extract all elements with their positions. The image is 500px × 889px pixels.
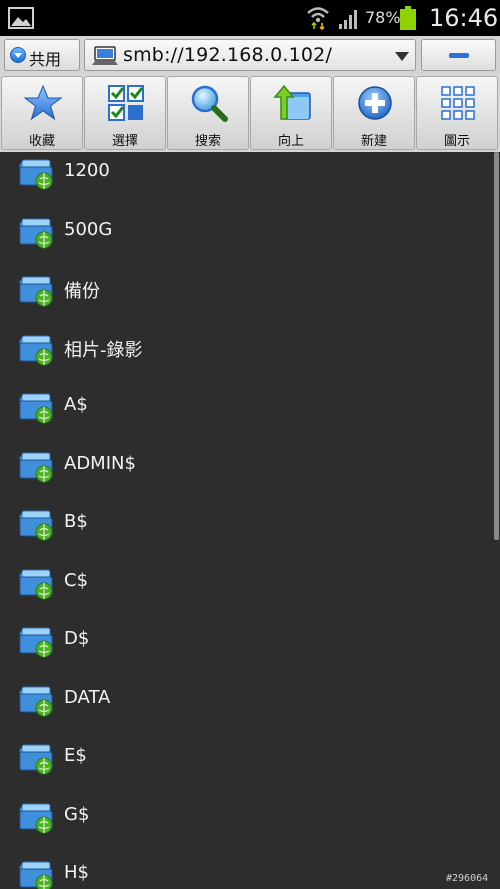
- list-item[interactable]: DATA: [0, 679, 490, 737]
- star-icon: [23, 84, 63, 121]
- network-folder-icon: [19, 393, 53, 424]
- network-folder-icon: [19, 335, 53, 365]
- list-item[interactable]: E$: [0, 737, 490, 795]
- list-item[interactable]: G$: [0, 796, 490, 854]
- folder-up-icon: [273, 84, 311, 120]
- toolbar-label: 收藏: [28, 134, 55, 149]
- file-name: C$: [64, 569, 89, 591]
- network-folder-icon: [19, 159, 53, 190]
- file-name: 相片-錄影: [64, 339, 143, 361]
- list-item[interactable]: ADMIN$: [0, 445, 490, 503]
- scrollbar[interactable]: [494, 152, 499, 540]
- list-item[interactable]: 1200: [0, 152, 490, 210]
- chevron-down-icon: [395, 52, 409, 61]
- clock: 16:46: [429, 4, 499, 32]
- file-name: 1200: [64, 160, 110, 181]
- network-folder-icon: [19, 452, 53, 482]
- file-name: B$: [64, 511, 88, 532]
- wifi-icon: [307, 7, 329, 30]
- share-label: 共用: [29, 50, 62, 69]
- network-folder-icon: [19, 627, 53, 658]
- network-folder-icon: [19, 803, 53, 833]
- list-item[interactable]: 備份: [0, 269, 490, 327]
- list-item[interactable]: D$: [0, 620, 490, 678]
- toolbar-label: 新建: [360, 134, 387, 149]
- toolbar-select-button[interactable]: 選擇: [84, 76, 166, 150]
- file-name: ADMIN$: [64, 452, 136, 474]
- checkbox-grid-icon: [108, 85, 144, 121]
- file-name: DATA: [64, 686, 111, 708]
- magnifier-icon: [191, 85, 228, 122]
- computer-icon: [92, 46, 118, 65]
- minus-icon: [449, 53, 469, 58]
- path-selector[interactable]: smb://192.168.0.102/: [84, 39, 416, 71]
- toolbar-search-button[interactable]: 搜索: [167, 76, 249, 150]
- toolbar-favorites-button[interactable]: 收藏: [1, 76, 83, 150]
- share-dropdown-button[interactable]: 共用: [4, 39, 80, 71]
- file-list: 1200 500G 備份 相片-錄影 A$ ADMIN$ B$ C$ D$ DA…: [0, 152, 500, 889]
- toolbar-icon-view-button[interactable]: 圖示: [416, 76, 498, 150]
- list-item[interactable]: B$: [0, 503, 490, 561]
- list-item[interactable]: 500G: [0, 211, 490, 269]
- network-folder-icon: [19, 276, 53, 307]
- grid-view-icon: [441, 86, 475, 120]
- file-name: 500G: [64, 218, 113, 240]
- toolbar-up-button[interactable]: 向上: [250, 76, 332, 150]
- add-icon: [358, 86, 392, 120]
- path-text: smb://192.168.0.102/: [123, 44, 333, 66]
- network-folder-icon: [19, 686, 53, 716]
- file-name: G$: [64, 803, 90, 825]
- network-folder-icon: [19, 510, 53, 541]
- file-name: A$: [64, 394, 88, 415]
- chevron-down-icon: [10, 47, 26, 63]
- network-folder-icon: [19, 569, 53, 599]
- address-bar: 共用 smb://192.168.0.102/: [0, 36, 500, 74]
- list-item[interactable]: 相片-錄影: [0, 328, 490, 386]
- collapse-button[interactable]: [421, 39, 496, 71]
- signal-icon: [339, 10, 357, 29]
- network-folder-icon: [19, 861, 53, 889]
- list-item[interactable]: C$: [0, 562, 490, 620]
- network-folder-icon: [19, 218, 53, 248]
- battery-percent: 78%: [365, 8, 401, 27]
- gallery-icon: [8, 7, 34, 29]
- battery-icon: [400, 6, 416, 30]
- file-name: 備份: [64, 281, 100, 302]
- file-name: D$: [64, 628, 90, 649]
- status-bar: 78% 16:46: [0, 0, 500, 36]
- watermark: #296064: [446, 873, 489, 884]
- list-item[interactable]: A$: [0, 386, 490, 444]
- toolbar: 收藏 選擇 搜索 向上 新建 圖示: [0, 74, 500, 152]
- list-item[interactable]: H$: [0, 854, 490, 889]
- toolbar-new-button[interactable]: 新建: [333, 76, 415, 150]
- toolbar-label: 圖示: [443, 134, 470, 149]
- file-name: H$: [64, 862, 89, 883]
- toolbar-label: 向上: [277, 134, 304, 149]
- network-folder-icon: [19, 744, 53, 775]
- toolbar-label: 搜索: [194, 134, 221, 149]
- toolbar-label: 選擇: [111, 134, 138, 149]
- file-name: E$: [64, 745, 87, 766]
